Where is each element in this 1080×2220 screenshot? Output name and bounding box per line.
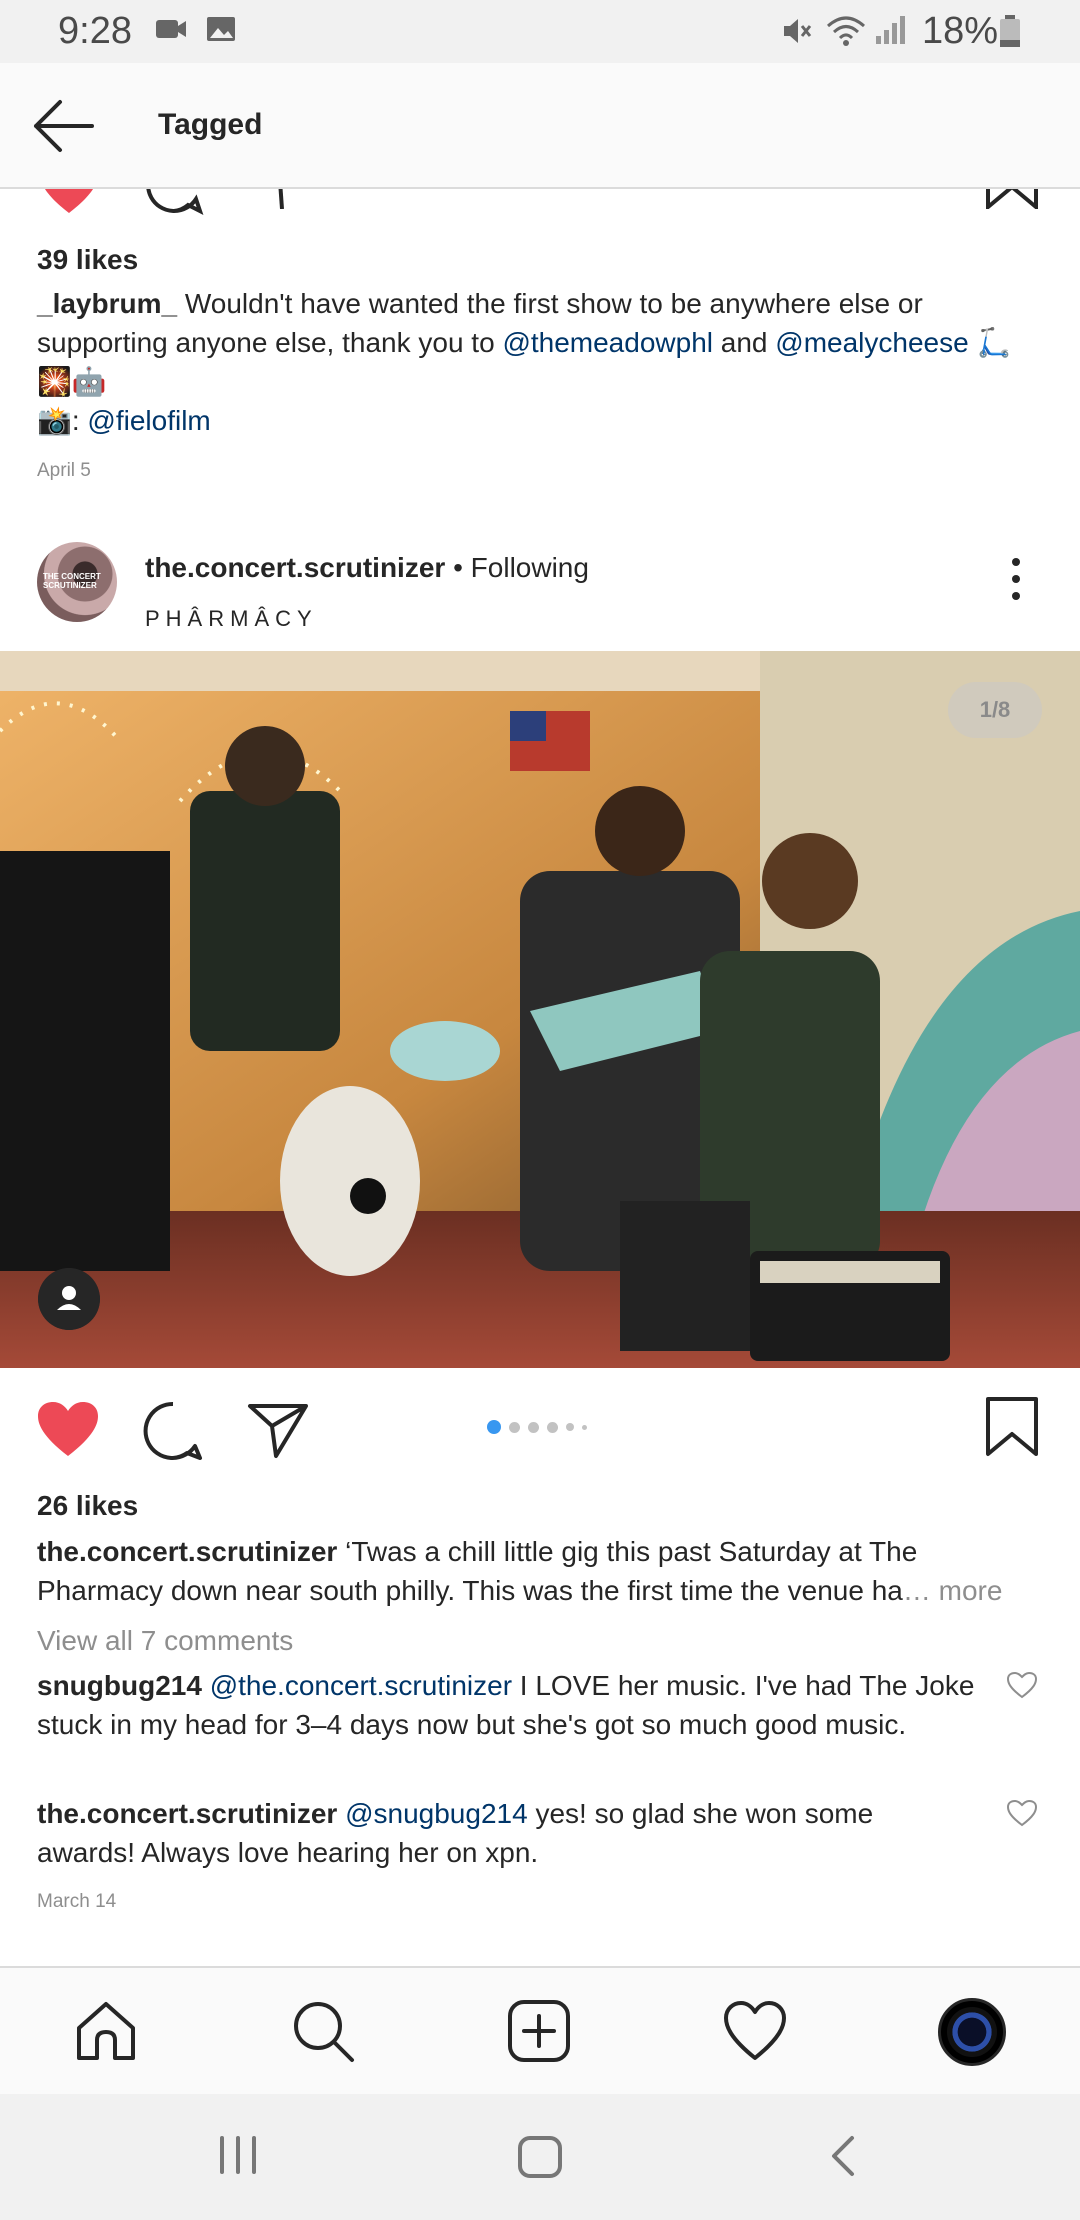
comment-like-icon[interactable] [1006,1671,1038,1699]
share-icon[interactable] [260,189,310,209]
status-time: 9:28 [58,10,132,52]
post-likes[interactable]: 26 likes [37,1490,138,1522]
back-chevron-icon[interactable] [826,2134,860,2178]
carousel-dot [509,1421,520,1433]
home-icon[interactable] [73,1998,139,2064]
caption-text: and [712,327,776,358]
carousel-dot [566,1423,574,1431]
photo-credit-mention[interactable]: @fielofilm [87,405,210,436]
bookmark-icon[interactable] [984,1396,1040,1458]
post-location[interactable]: PHÂRMÂCY [145,606,318,632]
carousel-dot [582,1424,587,1430]
comment-icon[interactable] [144,189,204,215]
comment-mention[interactable]: @snugbug214 [345,1798,528,1829]
recent-apps-icon[interactable] [216,2134,260,2176]
carousel-dot [547,1421,558,1433]
comment-icon[interactable] [142,1400,204,1462]
mute-icon [784,19,812,43]
share-icon[interactable] [246,1400,310,1460]
home-button-icon[interactable] [516,2134,564,2180]
post-username[interactable]: the.concert.scrutinizer [145,552,445,583]
caption-mention[interactable]: @themeadowphl [502,327,713,358]
system-navigation [0,2094,1080,2220]
arrow-left-icon[interactable] [30,99,96,153]
comment-like-icon[interactable] [1006,1799,1038,1827]
search-icon[interactable] [290,1998,356,2064]
page-title: Tagged [158,108,263,141]
comment-username[interactable]: the.concert.scrutinizer [37,1798,337,1829]
carousel-dot [528,1421,539,1433]
battery-percent: 18% [921,10,998,52]
follow-status[interactable]: • Following [445,552,589,583]
post-photo[interactable] [0,651,1080,1368]
post-date: March 14 [37,1891,117,1912]
avatar-label: THE CONCERT SCRUTINIZER [43,572,101,590]
previous-post-likes[interactable]: 39 likes [37,244,138,276]
comment-username[interactable]: snugbug214 [37,1670,202,1701]
carousel-dot [487,1420,501,1434]
activity-heart-icon[interactable] [722,1998,788,2064]
more-options-icon[interactable] [1003,558,1029,608]
image-icon [207,17,235,41]
caption-mention[interactable]: @mealycheese [775,327,968,358]
bottom-navigation [0,1966,1080,2094]
photo-credit-prefix: 📸: [37,405,88,436]
view-all-comments-link[interactable]: View all 7 comments [37,1625,293,1657]
concert-photo-illustration [0,651,1080,1368]
wifi-icon [827,16,865,46]
caption-username[interactable]: the.concert.scrutinizer [37,1536,337,1567]
bookmark-icon[interactable] [984,189,1040,209]
previous-post-actions [0,189,1080,215]
like-heart-icon[interactable] [36,1400,100,1458]
app-bar: Tagged [0,63,1080,189]
caption-username[interactable]: _laybrum_ [37,288,177,319]
signal-icon [876,16,905,44]
carousel-indicator [487,1420,587,1434]
video-icon [156,20,186,38]
avatar[interactable]: THE CONCERT SCRUTINIZER [37,542,117,622]
add-post-icon[interactable] [506,1998,572,2064]
battery-icon [1000,15,1020,47]
comment-mention[interactable]: @the.concert.scrutinizer [210,1670,512,1701]
comment: snugbug214 @the.concert.scrutinizer I LO… [37,1666,977,1744]
comment: the.concert.scrutinizer @snugbug214 yes!… [37,1794,977,1872]
previous-post-date: April 5 [37,460,91,481]
caption-more-link[interactable]: … more [903,1575,1003,1606]
post-header: the.concert.scrutinizer • Following [145,552,589,584]
photo-counter: 1/8 [948,682,1042,738]
like-heart-icon[interactable] [38,189,100,215]
tagged-users-icon[interactable] [38,1268,100,1330]
status-bar: 9:28 18% [0,0,1080,63]
previous-post-caption: _laybrum_ Wouldn't have wanted the first… [37,284,1047,440]
profile-avatar[interactable] [938,1998,1006,2066]
post-caption: the.concert.scrutinizer ‘Twas a chill li… [37,1532,1047,1610]
